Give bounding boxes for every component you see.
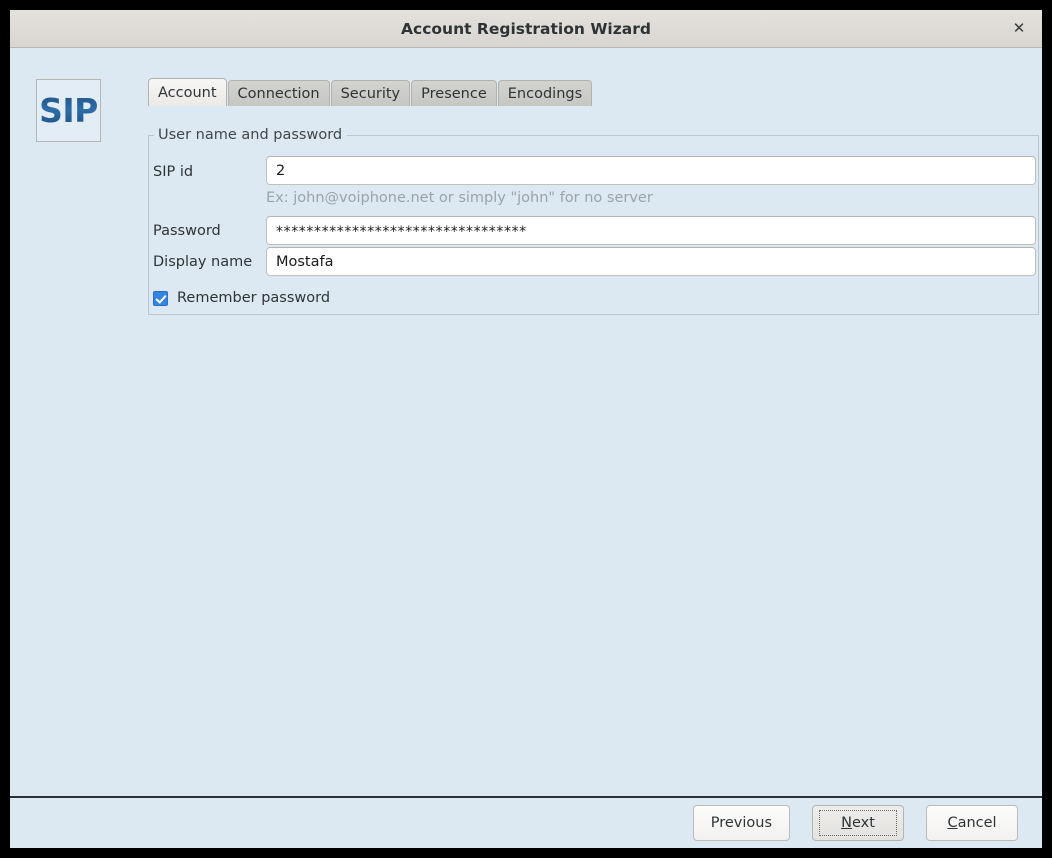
password-input[interactable]: ********************************* <box>266 216 1036 245</box>
next-button-label: Next <box>841 815 875 831</box>
sip-id-input[interactable]: 2 <box>266 156 1036 185</box>
previous-button[interactable]: Previous <box>692 805 790 841</box>
sip-id-hint: Ex: john@voiphone.net or simply "john" f… <box>266 190 653 206</box>
cancel-button[interactable]: Cancel <box>926 805 1018 841</box>
close-icon[interactable]: ✕ <box>1008 18 1030 40</box>
footer-button-bar: Previous Next Cancel <box>10 798 1042 848</box>
cancel-rest: ancel <box>957 815 997 831</box>
tab-account[interactable]: Account <box>148 78 227 106</box>
password-label: Password <box>153 223 221 239</box>
checkmark-icon <box>153 290 168 306</box>
remember-password-checkbox[interactable]: Remember password <box>153 290 330 306</box>
wizard-window: Account Registration Wizard ✕ SIP Accoun… <box>9 9 1043 849</box>
previous-button-label: Previous <box>710 815 772 831</box>
cancel-mnemonic: C <box>947 815 958 831</box>
title-bar: Account Registration Wizard ✕ <box>10 10 1042 48</box>
tab-encodings[interactable]: Encodings <box>497 80 593 106</box>
next-mnemonic: N <box>841 815 852 831</box>
screen: Account Registration Wizard ✕ SIP Accoun… <box>0 0 1052 858</box>
sip-logo-text: SIP <box>39 91 98 130</box>
window-body: SIP Account Connection Security Presence… <box>10 48 1042 848</box>
cancel-button-label: Cancel <box>947 815 996 831</box>
display-name-input[interactable]: Mostafa <box>266 247 1036 276</box>
tab-connection[interactable]: Connection <box>227 80 330 106</box>
sip-id-label: SIP id <box>153 164 194 180</box>
sip-logo: SIP <box>36 79 101 142</box>
window-title: Account Registration Wizard <box>401 19 651 38</box>
tab-presence[interactable]: Presence <box>411 80 497 106</box>
group-legend: User name and password <box>154 127 348 143</box>
tab-bar: Account Connection Security Presence Enc… <box>148 78 593 106</box>
next-rest: ext <box>851 815 875 831</box>
next-button[interactable]: Next <box>812 805 904 841</box>
remember-password-label: Remember password <box>177 290 331 306</box>
display-name-label: Display name <box>153 254 253 270</box>
tab-security[interactable]: Security <box>330 80 411 106</box>
